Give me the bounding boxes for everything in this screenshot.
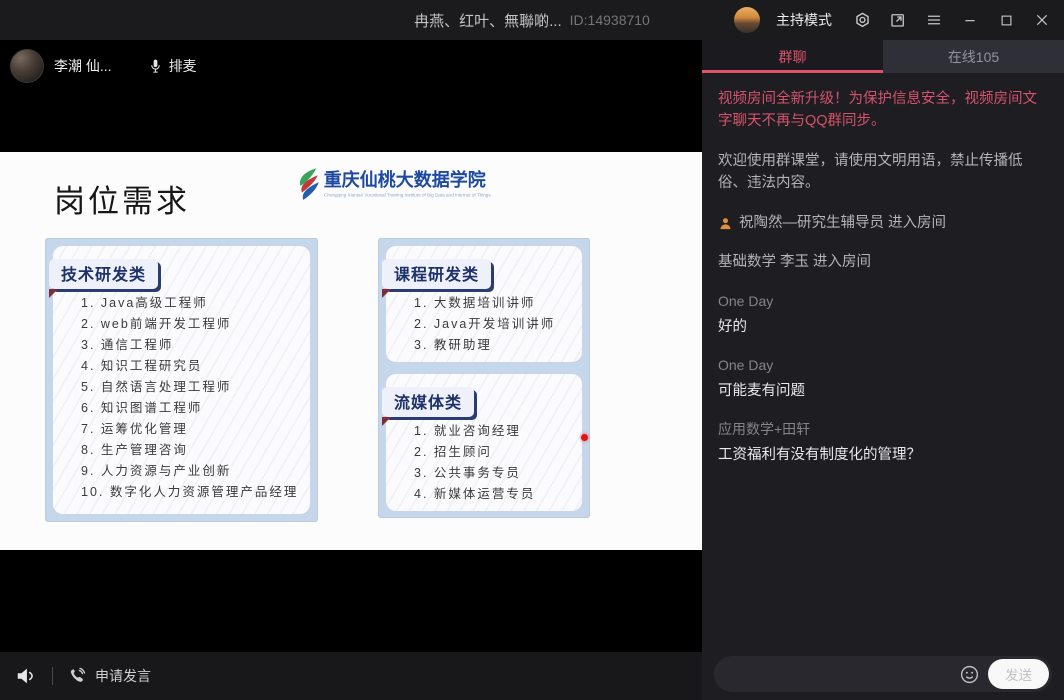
chat-sender-name: One Day bbox=[718, 291, 1048, 313]
job-list-item: 3. 通信工程师 bbox=[81, 335, 302, 356]
presenter-row: 李潮 仙... 排麦 bbox=[10, 46, 197, 86]
chat-message-entry: 基础数学 李玉 进入房间 bbox=[718, 251, 1048, 273]
job-category-panel: 流媒体类1. 就业咨询经理2. 招生顾问3. 公共事务专员4. 新媒体运营专员 bbox=[386, 374, 582, 511]
chat-input[interactable]: 发送 bbox=[714, 656, 1052, 692]
badge-fold-decoration bbox=[382, 417, 391, 426]
job-list-item: 3. 公共事务专员 bbox=[414, 463, 574, 484]
chat-message-user: One Day 可能麦有问题 bbox=[718, 355, 1048, 402]
job-list-item: 3. 教研助理 bbox=[414, 335, 574, 356]
microphone-icon bbox=[148, 58, 163, 75]
settings-icon[interactable] bbox=[852, 10, 872, 30]
request-speak-label: 申请发言 bbox=[95, 666, 151, 686]
chat-message-text: 工资福利有没有制度化的管理？ bbox=[718, 444, 1048, 466]
school-logo: 重庆仙桃大数据学院 Chongqing Xiantao Vocational T… bbox=[293, 166, 686, 204]
chat-message-text: 好的 bbox=[718, 316, 1048, 338]
chat-message-user: 应用数学+田轩工资福利有没有制度化的管理？ bbox=[718, 419, 1048, 466]
room-id: ID:14938710 bbox=[570, 12, 650, 28]
titlebar: 冉燕、红叶、無聯啲... ID:14938710 主持模式 bbox=[0, 0, 1064, 40]
badge-fold-decoration bbox=[382, 289, 391, 298]
sidebar-tabs: 群聊 在线105 bbox=[702, 40, 1064, 73]
job-category-badge: 流媒体类 bbox=[382, 387, 474, 417]
tab-online-members[interactable]: 在线105 bbox=[883, 40, 1064, 73]
job-list-item: 6. 知识图谱工程师 bbox=[81, 398, 302, 419]
main-area: 李潮 仙... 排麦 岗位需求 bbox=[0, 40, 1064, 700]
job-list-item: 10. 数字化人力资源管理产品经理 bbox=[81, 482, 302, 503]
school-logo-subtext: Chongqing Xiantao Vocational Training In… bbox=[324, 193, 491, 198]
host-mode-label: 主持模式 bbox=[776, 10, 832, 30]
job-list-item: 2. Java开发培训讲师 bbox=[414, 314, 574, 335]
request-speak-button[interactable]: 申请发言 bbox=[67, 666, 151, 686]
job-list-item: 5. 自然语言处理工程师 bbox=[81, 377, 302, 398]
chat-message-list[interactable]: 视频房间全新升级！为保护信息安全，视频房间文字聊天不再与QQ群同步。欢迎使用群课… bbox=[702, 73, 1064, 648]
job-list-item: 4. 新媒体运营专员 bbox=[414, 484, 574, 505]
chat-message-system: 欢迎使用群课堂，请使用文明用语，禁止传播低俗、违法内容。 bbox=[718, 150, 1048, 195]
titlebar-controls: 主持模式 bbox=[734, 0, 1052, 40]
slide-title: 岗位需求 bbox=[54, 176, 190, 221]
job-list-item: 2. web前端开发工程师 bbox=[81, 314, 302, 335]
divider bbox=[52, 667, 53, 685]
chat-message-user: One Day 好的 bbox=[718, 291, 1048, 338]
video-stage: 李潮 仙... 排麦 岗位需求 bbox=[0, 40, 702, 700]
chat-message-entry: 祝陶然—研究生辅导员 进入房间 bbox=[718, 212, 1048, 234]
chat-sender-name: 应用数学+田轩 bbox=[718, 419, 1048, 441]
phone-icon bbox=[67, 666, 87, 686]
popout-icon[interactable] bbox=[888, 10, 908, 30]
school-logo-icon bbox=[293, 166, 321, 204]
presenter-name: 李潮 仙... bbox=[54, 56, 112, 76]
job-list-item: 7. 运筹优化管理 bbox=[81, 419, 302, 440]
chat-message-text: 欢迎使用群课堂，请使用文明用语，禁止传播低俗、违法内容。 bbox=[718, 153, 1023, 191]
chat-sidebar: 群聊 在线105 视频房间全新升级！为保护信息安全，视频房间文字聊天不再与QQ群… bbox=[702, 40, 1064, 700]
job-list-item: 1. 大数据培训讲师 bbox=[414, 293, 574, 314]
chat-sender-name: One Day bbox=[718, 355, 1048, 377]
chat-message-text: 基础数学 李玉 进入房间 bbox=[718, 251, 871, 273]
job-category-badge: 技术研发类 bbox=[49, 259, 158, 289]
room-title: 冉燕、红叶、無聯啲... bbox=[414, 10, 562, 31]
maximize-button[interactable] bbox=[996, 10, 1016, 30]
member-icon bbox=[718, 216, 733, 231]
queue-mic-button[interactable]: 排麦 bbox=[148, 56, 197, 76]
chat-message-text: 祝陶然—研究生辅导员 进入房间 bbox=[739, 212, 946, 234]
host-avatar[interactable] bbox=[734, 7, 760, 33]
badge-fold-decoration bbox=[49, 289, 58, 298]
chat-input-bar: 发送 bbox=[702, 648, 1064, 700]
job-list-item: 1. 就业咨询经理 bbox=[414, 421, 574, 442]
send-button[interactable]: 发送 bbox=[988, 659, 1049, 689]
tab-group-chat[interactable]: 群聊 bbox=[702, 40, 883, 73]
emoji-icon[interactable] bbox=[959, 664, 980, 685]
job-list-item: 9. 人力资源与产业创新 bbox=[81, 461, 302, 482]
job-list-item: 4. 知识工程研究员 bbox=[81, 356, 302, 377]
queue-mic-label: 排麦 bbox=[169, 56, 197, 76]
stage-bottom-bar: 申请发言 bbox=[0, 652, 702, 700]
presenter-avatar[interactable] bbox=[10, 49, 44, 83]
laser-pointer-dot bbox=[581, 434, 588, 441]
job-category-panel: 课程研发类1. 大数据培训讲师2. Java开发培训讲师3. 教研助理 bbox=[386, 246, 582, 362]
chat-message-text: 视频房间全新升级！为保护信息安全，视频房间文字聊天不再与QQ群同步。 bbox=[718, 91, 1037, 129]
chat-message-text: 可能麦有问题 bbox=[718, 380, 1048, 402]
chat-message-announcement: 视频房间全新升级！为保护信息安全，视频房间文字聊天不再与QQ群同步。 bbox=[718, 88, 1048, 133]
job-list-item: 8. 生产管理咨询 bbox=[81, 440, 302, 461]
job-box-container-right: 课程研发类1. 大数据培训讲师2. Java开发培训讲师3. 教研助理流媒体类1… bbox=[378, 238, 590, 518]
job-category-panel: 技术研发类1. Java高级工程师2. web前端开发工程师3. 通信工程师4.… bbox=[53, 246, 310, 514]
speaker-icon[interactable] bbox=[14, 664, 38, 688]
presentation-slide: 岗位需求 重庆仙桃大数据学院 Chongqing Xiantao Vocatio… bbox=[0, 152, 702, 550]
minimize-button[interactable] bbox=[960, 10, 980, 30]
app-window: 冉燕、红叶、無聯啲... ID:14938710 主持模式 bbox=[0, 0, 1064, 700]
close-button[interactable] bbox=[1032, 10, 1052, 30]
menu-icon[interactable] bbox=[924, 10, 944, 30]
job-list-item: 2. 招生顾问 bbox=[414, 442, 574, 463]
job-category-badge: 课程研发类 bbox=[382, 259, 491, 289]
job-box-container-left: 技术研发类 1. Java高级工程师2. web前端开发工程师3. 通信工程师4.… bbox=[45, 238, 318, 522]
job-list-item: 1. Java高级工程师 bbox=[81, 293, 302, 314]
school-logo-text: 重庆仙桃大数据学院 bbox=[324, 166, 686, 192]
